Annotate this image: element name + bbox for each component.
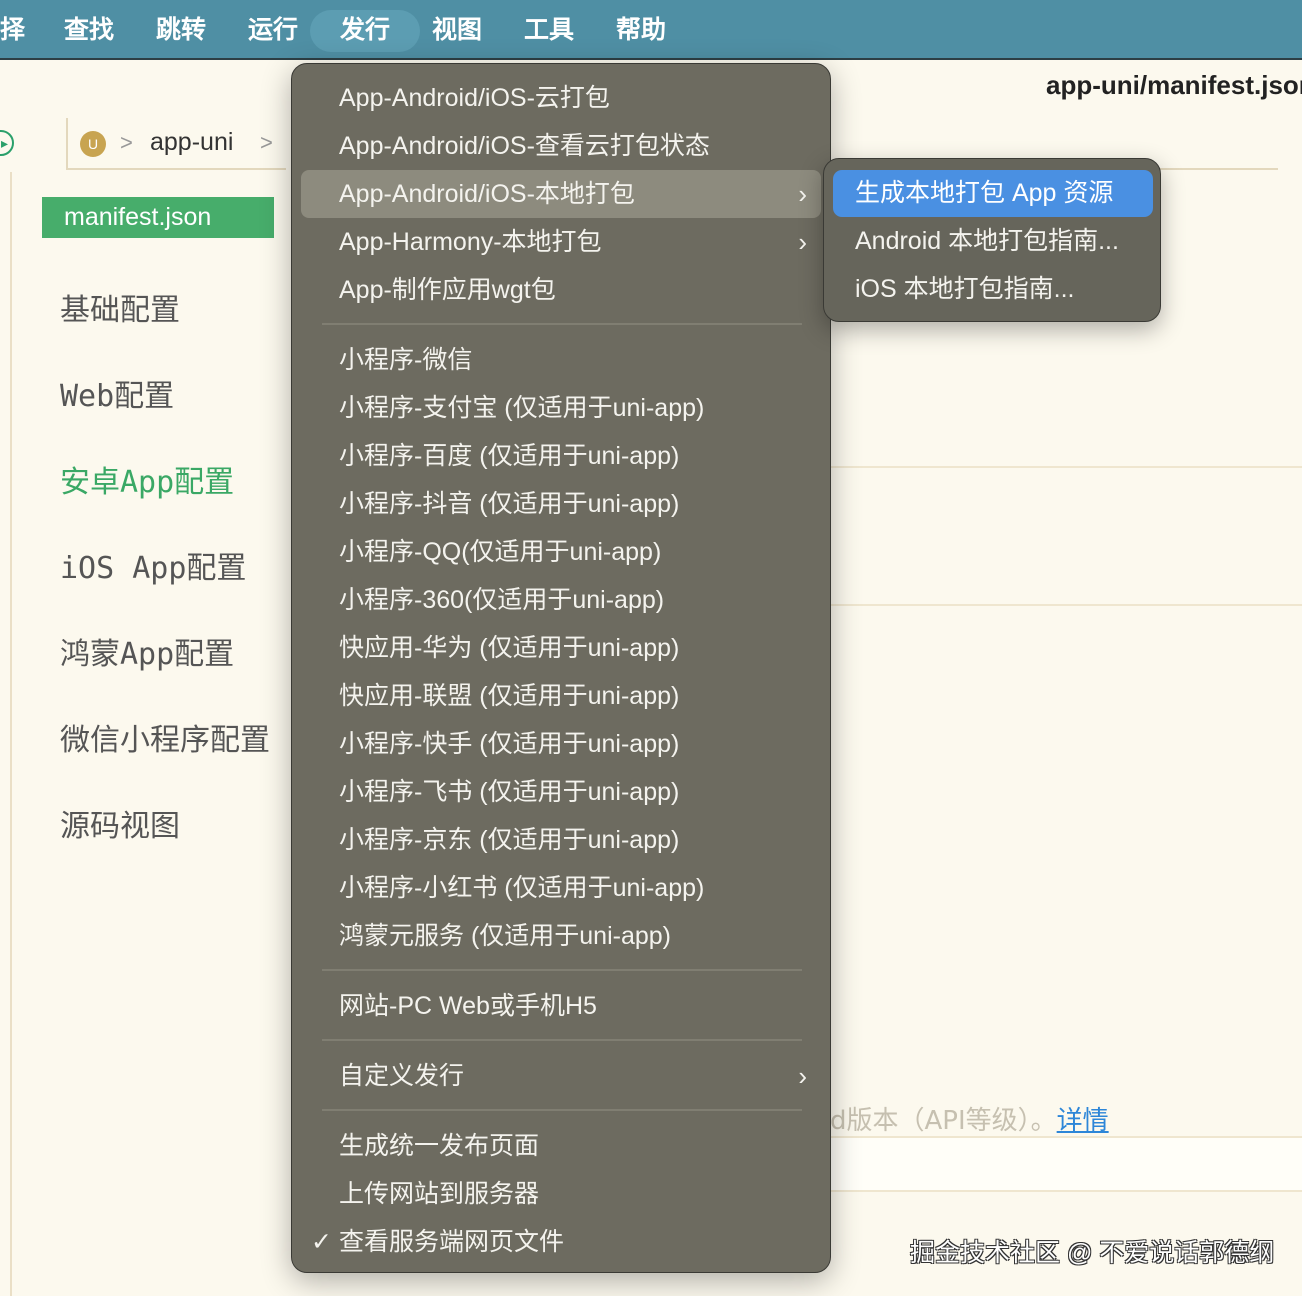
menu-item[interactable]: 鸿蒙元服务 (仅适用于uni-app) [301, 912, 821, 960]
publish-menu: App-Android/iOS-云打包 App-Android/iOS-查看云打包… [291, 63, 831, 1273]
menu-item-label: 小程序-360(仅适用于uni-app) [339, 586, 665, 614]
menu-item[interactable]: 小程序-QQ(仅适用于uni-app) [301, 528, 821, 576]
menu-item-label: 小程序-飞书 (仅适用于uni-app) [339, 778, 680, 806]
menu-item-label: 鸿蒙元服务 (仅适用于uni-app) [339, 922, 671, 950]
menu-item-label: App-Harmony-本地打包 [339, 228, 602, 256]
menu-item-label: 自定义发行 [339, 1062, 465, 1090]
menubar-item-goto[interactable]: 跳转 [140, 10, 222, 52]
chevron-right-icon: › [798, 179, 807, 209]
menu-item[interactable]: 小程序-抖音 (仅适用于uni-app) [301, 480, 821, 528]
menu-item-label: 小程序-京东 (仅适用于uni-app) [339, 826, 680, 854]
menu-item-label: 小程序-快手 (仅适用于uni-app) [339, 730, 680, 758]
menu-item[interactable]: 网站-PC Web或手机H5 [301, 982, 821, 1030]
watermark: 掘金技术社区 @ 不爱说话郭德纲 [910, 1239, 1275, 1267]
divider [10, 172, 12, 1296]
menu-item-label: App-Android/iOS-本地打包 [339, 180, 635, 208]
chevron-right-icon: > [260, 130, 273, 155]
sidebar-item-android[interactable]: 安卓App配置 [60, 457, 234, 501]
menu-separator [322, 1039, 802, 1041]
menu-item-label: App-制作应用wgt包 [339, 276, 556, 304]
local-package-submenu: 生成本地打包 App 资源 Android 本地打包指南... iOS 本地打包… [823, 158, 1161, 322]
menu-item-label: 快应用-华为 (仅适用于uni-app) [339, 634, 680, 662]
chevron-right-icon: › [798, 1061, 807, 1091]
run-icon[interactable]: ▸ [0, 130, 14, 156]
menubar-item-publish[interactable]: 发行 [310, 10, 421, 52]
menu-item[interactable]: 生成统一发布页面 [301, 1122, 821, 1170]
menubar-item-help[interactable]: 帮助 [600, 10, 682, 52]
menubar-item-run[interactable]: 运行 [232, 10, 314, 52]
menu-item-label: 小程序-支付宝 (仅适用于uni-app) [339, 394, 705, 422]
menu-item[interactable]: 小程序-京东 (仅适用于uni-app) [301, 816, 821, 864]
chevron-right-icon: › [798, 227, 807, 257]
divider [830, 1190, 1302, 1192]
menu-item[interactable]: 小程序-360(仅适用于uni-app) [301, 576, 821, 624]
breadcrumb-project[interactable]: app-uni [150, 128, 233, 157]
menu-separator [322, 1109, 802, 1111]
menu-item[interactable]: 小程序-微信 [301, 336, 821, 384]
editor-title: app-uni/manifest.json [1046, 70, 1302, 100]
menu-item-label: App-Android/iOS-云打包 [339, 84, 610, 112]
menu-item[interactable]: 快应用-联盟 (仅适用于uni-app) [301, 672, 821, 720]
menu-item-label: 小程序-小红书 (仅适用于uni-app) [339, 874, 705, 902]
menu-separator [322, 969, 802, 971]
menu-item-label: 生成统一发布页面 [339, 1132, 540, 1160]
menu-item[interactable]: 小程序-小红书 (仅适用于uni-app) [301, 864, 821, 912]
menu-item-label: 上传网站到服务器 [339, 1180, 540, 1208]
menu-item[interactable]: App-Android/iOS-查看云打包状态 [301, 122, 821, 170]
menu-item[interactable]: App-Android/iOS-云打包 [301, 74, 821, 122]
menu-item[interactable]: App-Android/iOS-本地打包 › [301, 170, 821, 218]
menu-separator [322, 323, 802, 325]
menu-item[interactable]: 快应用-华为 (仅适用于uni-app) [301, 624, 821, 672]
menu-item[interactable]: App-制作应用wgt包 [301, 266, 821, 314]
description-text: d版本（API等级）。 [830, 1106, 1057, 1136]
menu-item[interactable]: 小程序-快手 (仅适用于uni-app) [301, 720, 821, 768]
menu-bar: 择 查找 跳转 运行 发行 视图 工具 帮助 [0, 0, 1302, 60]
menubar-item-tools[interactable]: 工具 [508, 10, 590, 52]
sidebar-item-wechat[interactable]: 微信小程序配置 [60, 715, 270, 759]
submenu-item-android-guide[interactable]: Android 本地打包指南... [833, 218, 1153, 265]
sidebar-item-basic[interactable]: 基础配置 [60, 285, 180, 329]
divider [830, 604, 1302, 606]
menu-item[interactable]: 小程序-支付宝 (仅适用于uni-app) [301, 384, 821, 432]
menu-item[interactable]: 小程序-飞书 (仅适用于uni-app) [301, 768, 821, 816]
menu-item[interactable]: 自定义发行 › [301, 1052, 821, 1100]
input-row [830, 1138, 1302, 1190]
menu-item-label: 小程序-微信 [339, 346, 473, 374]
details-link[interactable]: 详情 [1057, 1106, 1109, 1136]
menu-item-label: 查看服务端网页文件 [339, 1228, 565, 1256]
menu-item-label: 小程序-抖音 (仅适用于uni-app) [339, 490, 680, 518]
menu-item[interactable]: 小程序-百度 (仅适用于uni-app) [301, 432, 821, 480]
menu-item[interactable]: App-Harmony-本地打包 › [301, 218, 821, 266]
menu-item-label: 小程序-百度 (仅适用于uni-app) [339, 442, 680, 470]
menubar-item-select[interactable]: 择 [0, 10, 41, 52]
menu-item-label: App-Android/iOS-查看云打包状态 [339, 132, 710, 160]
menubar-item-view[interactable]: 视图 [416, 10, 498, 52]
sidebar-item-ios[interactable]: iOS App配置 [60, 543, 246, 587]
menu-item[interactable]: 查看服务端网页文件 ✓ [301, 1218, 821, 1266]
submenu-item-ios-guide[interactable]: iOS 本地打包指南... [833, 266, 1153, 313]
submenu-item-generate-resources[interactable]: 生成本地打包 App 资源 [833, 170, 1153, 217]
menu-item[interactable]: 上传网站到服务器 [301, 1170, 821, 1218]
checkmark-icon: ✓ [311, 1228, 332, 1256]
divider [830, 466, 1302, 468]
project-icon: U [80, 131, 106, 157]
setting-description: d版本（API等级）。详情 [830, 1100, 1109, 1137]
sidebar-item-source[interactable]: 源码视图 [60, 801, 180, 845]
menubar-item-find[interactable]: 查找 [48, 10, 130, 52]
menu-item-label: 快应用-联盟 (仅适用于uni-app) [339, 682, 680, 710]
menu-item-label: 网站-PC Web或手机H5 [339, 992, 597, 1020]
menu-item-label: 小程序-QQ(仅适用于uni-app) [339, 538, 662, 566]
sidebar-item-web[interactable]: Web配置 [60, 371, 174, 415]
file-tab-manifest[interactable]: manifest.json [42, 197, 274, 238]
chevron-right-icon: > [120, 130, 133, 155]
sidebar-item-harmony[interactable]: 鸿蒙App配置 [60, 629, 234, 673]
